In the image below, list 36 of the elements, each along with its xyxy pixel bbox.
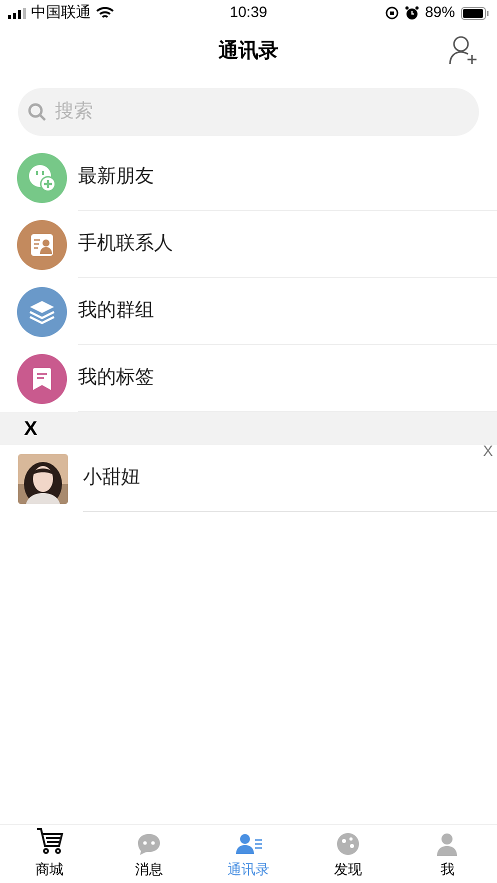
menu-item[interactable]: 手机联系人 [0,211,497,278]
tab-item[interactable]: 我 [398,825,497,883]
menu-item[interactable]: 最新朋友 [0,144,497,211]
person-icon [435,832,460,856]
alarm-clock-icon [404,6,419,20]
signal-icon [8,8,26,18]
layers-icon [28,298,56,324]
tab-item[interactable]: 消息 [99,825,199,883]
menu-label: 手机联系人 [78,232,173,256]
index-letter[interactable]: X [482,441,493,464]
palette-icon [336,832,360,856]
search-field[interactable]: 搜索 [18,88,479,136]
battery-percent: 89% [424,2,455,23]
rotation-lock-icon [384,6,399,20]
add-contact-button[interactable] [447,34,479,66]
shopping-cart-icon [34,826,65,856]
smiley-plus-icon [27,162,57,192]
menu-label: 我的群组 [78,298,154,323]
tab-item[interactable]: 商城 [0,825,100,883]
add-person-icon [447,34,479,66]
page-title: 通讯录 [218,39,278,64]
section-letter: X [24,416,38,442]
menu-label: 我的标签 [78,366,154,390]
contact-card-icon [29,232,55,258]
chat-bubble-icon [136,832,162,856]
status-time: 10:39 [230,2,268,23]
contact-name: 小甜妞 [83,466,140,490]
carrier-name: 中国联通 [31,2,91,23]
bookmark-icon [30,366,54,392]
wifi-icon [96,6,114,20]
search-icon [27,102,47,122]
menu-label: 最新朋友 [78,164,154,189]
contact-list-icon [234,832,263,856]
menu-item[interactable]: 我的群组 [0,278,497,345]
tab-item[interactable]: 发现 [298,825,398,883]
battery-icon [461,6,489,20]
